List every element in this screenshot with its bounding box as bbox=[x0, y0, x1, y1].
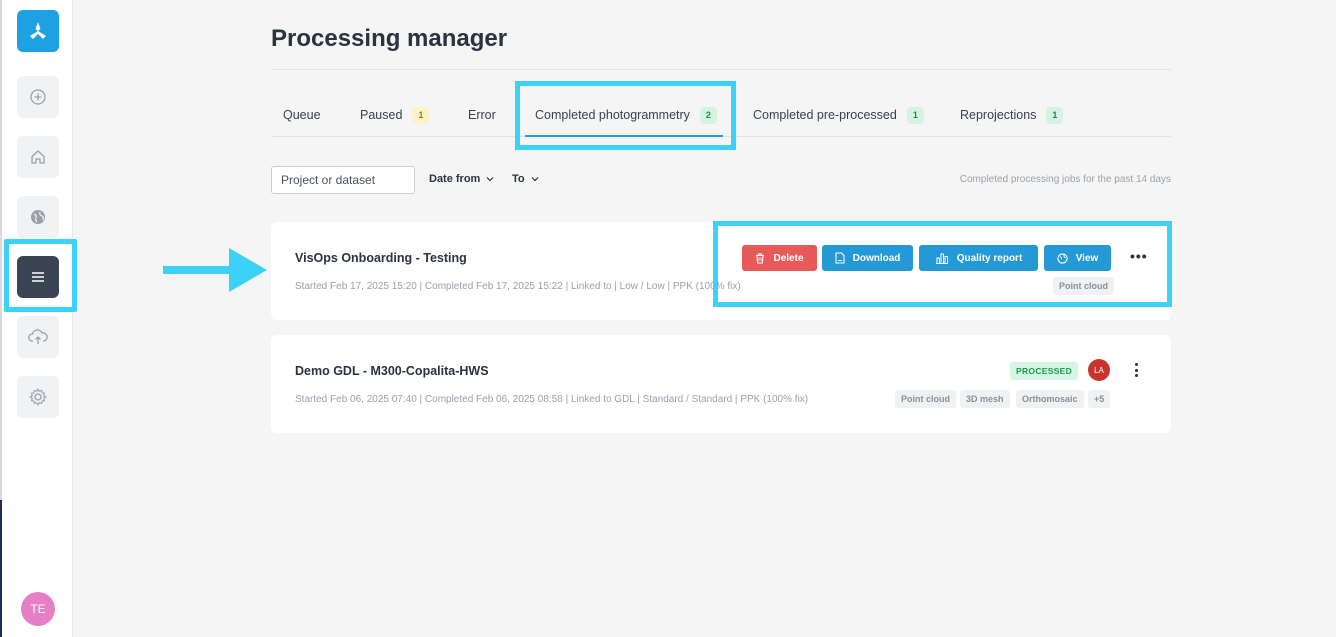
page-title: Processing manager bbox=[271, 25, 508, 52]
search-input[interactable] bbox=[271, 166, 415, 194]
sidebar-highlight-box bbox=[4, 239, 77, 312]
job-card[interactable]: Demo GDL - M300-Copalita-HWS Started Feb… bbox=[271, 335, 1171, 433]
date-from-dropdown[interactable]: Date from bbox=[429, 173, 494, 185]
cloud-upload-icon bbox=[28, 329, 48, 344]
avatar: LA bbox=[1088, 359, 1110, 381]
sidebar-item-settings[interactable] bbox=[17, 376, 59, 418]
tab-reprojections[interactable]: Reprojections 1 bbox=[960, 100, 1064, 130]
window-edge-dark bbox=[0, 500, 2, 637]
user-avatar[interactable]: TE bbox=[21, 592, 55, 626]
tab-error[interactable]: Error bbox=[468, 100, 496, 130]
tag-point-cloud: Point cloud bbox=[895, 390, 956, 408]
date-to-label: To bbox=[512, 173, 525, 185]
tab-label: Queue bbox=[283, 108, 321, 122]
tab-label: Paused bbox=[360, 108, 403, 122]
plus-circle-icon bbox=[30, 89, 46, 105]
tag-orthomosaic: Orthomosaic bbox=[1016, 390, 1084, 408]
more-options-icon[interactable] bbox=[1131, 361, 1141, 379]
title-divider bbox=[271, 69, 1171, 70]
tab-label: Error bbox=[468, 108, 496, 122]
tab-count-badge: 1 bbox=[1046, 106, 1064, 124]
sidebar: TE bbox=[0, 0, 73, 637]
job-meta: Started Feb 17, 2025 15:20 | Completed F… bbox=[295, 281, 741, 292]
home-icon bbox=[31, 150, 45, 164]
date-to-dropdown[interactable]: To bbox=[512, 173, 539, 185]
sidebar-item-globe[interactable] bbox=[17, 196, 59, 238]
app-logo[interactable] bbox=[17, 10, 59, 52]
tab-completed-pre-processed[interactable]: Completed pre-processed 1 bbox=[753, 100, 924, 130]
globe-icon bbox=[31, 210, 45, 224]
user-avatar-initials: TE bbox=[30, 602, 46, 616]
gear-icon bbox=[29, 388, 47, 406]
actions-highlight-box bbox=[713, 221, 1172, 307]
sidebar-item-add[interactable] bbox=[17, 76, 59, 118]
tag-more-count: +5 bbox=[1088, 390, 1111, 408]
tab-label: Completed pre-processed bbox=[753, 108, 897, 122]
sidebar-item-home[interactable] bbox=[17, 136, 59, 178]
filter-hint-text: Completed processing jobs for the past 1… bbox=[959, 174, 1171, 185]
tab-count-badge: 1 bbox=[906, 106, 924, 124]
status-badge: PROCESSED bbox=[1010, 362, 1079, 380]
date-from-label: Date from bbox=[429, 173, 481, 185]
job-meta: Started Feb 06, 2025 07:40 | Completed F… bbox=[295, 394, 809, 405]
logo-icon bbox=[30, 22, 46, 39]
tab-label: Reprojections bbox=[960, 108, 1037, 122]
annotation-arrow-icon bbox=[163, 248, 267, 292]
tab-count-badge: 1 bbox=[412, 106, 430, 124]
job-title: VisOps Onboarding - Testing bbox=[295, 251, 467, 265]
avatar-initials: LA bbox=[1094, 365, 1104, 375]
chevron-down-icon bbox=[486, 177, 494, 182]
chevron-down-icon bbox=[531, 177, 539, 182]
tab-paused[interactable]: Paused 1 bbox=[360, 100, 430, 130]
sidebar-item-upload[interactable] bbox=[17, 316, 59, 358]
tab-queue[interactable]: Queue bbox=[283, 100, 321, 130]
tab-highlight-box bbox=[515, 81, 736, 150]
job-title: Demo GDL - M300-Copalita-HWS bbox=[295, 364, 489, 378]
tag-3d-mesh: 3D mesh bbox=[960, 390, 1010, 408]
